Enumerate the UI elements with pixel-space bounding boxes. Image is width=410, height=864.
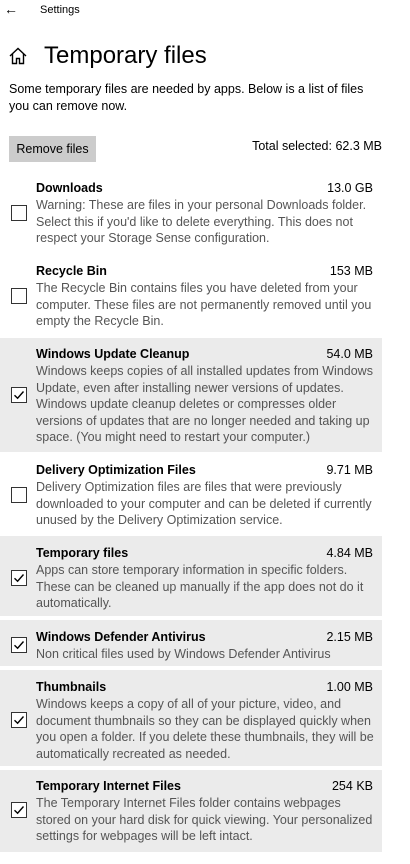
item-description: Windows keeps a copy of all of your pict… xyxy=(36,697,374,761)
item-name: Temporary files xyxy=(36,546,129,560)
list-item-delivery-optimization[interactable]: Delivery Optimization Files 9.71 MB Deli… xyxy=(0,456,382,534)
back-arrow-icon[interactable]: ← xyxy=(4,0,18,18)
item-description: Warning: These are files in your persona… xyxy=(36,198,367,246)
item-name: Delivery Optimization Files xyxy=(36,463,196,477)
list-item-windows-defender[interactable]: Windows Defender Antivirus 2.15 MB Non c… xyxy=(0,620,382,666)
item-name: Thumbnails xyxy=(36,680,107,694)
downloads-checkbox[interactable] xyxy=(11,205,27,221)
page-title: Temporary files xyxy=(44,42,207,69)
item-name: Recycle Bin xyxy=(36,264,107,278)
checkmark-icon xyxy=(14,806,25,815)
item-name: Downloads xyxy=(36,181,103,195)
home-icon[interactable] xyxy=(8,46,28,66)
item-description: The Recycle Bin contains files you have … xyxy=(36,281,372,329)
item-name: Windows Defender Antivirus xyxy=(36,630,206,644)
item-size: 1.00 MB xyxy=(326,680,373,694)
item-description: Delivery Optimization files are files th… xyxy=(36,480,372,528)
recycle-bin-checkbox[interactable] xyxy=(11,288,27,304)
list-item-windows-update-cleanup[interactable]: Windows Update Cleanup 54.0 MB Windows k… xyxy=(0,338,382,452)
windows-defender-checkbox[interactable] xyxy=(11,637,27,653)
delivery-optimization-checkbox[interactable] xyxy=(11,487,27,503)
list-item-thumbnails[interactable]: Thumbnails 1.00 MB Windows keeps a copy … xyxy=(0,670,382,766)
total-selected-label: Total selected: 62.3 MB xyxy=(252,139,382,153)
item-description: Non critical files used by Windows Defen… xyxy=(36,647,331,661)
page-header: Temporary files xyxy=(0,38,410,74)
checkmark-icon xyxy=(14,641,25,650)
remove-files-button[interactable]: Remove files xyxy=(9,136,96,162)
app-title: Settings xyxy=(40,4,80,16)
list-item-temporary-internet-files[interactable]: Temporary Internet Files 254 KB The Temp… xyxy=(0,770,382,852)
item-name: Temporary Internet Files xyxy=(36,779,181,793)
list-item-temporary-files[interactable]: Temporary files 4.84 MB Apps can store t… xyxy=(0,536,382,616)
page-description: Some temporary files are needed by apps.… xyxy=(9,82,364,113)
temporary-files-checkbox[interactable] xyxy=(11,570,27,586)
item-description: The Temporary Internet Files folder cont… xyxy=(36,796,373,844)
windows-update-cleanup-checkbox[interactable] xyxy=(11,387,27,403)
item-description: Apps can store temporary information in … xyxy=(36,563,364,611)
item-description: Windows keeps copies of all installed up… xyxy=(36,364,373,445)
item-size: 13.0 GB xyxy=(327,181,373,195)
temporary-internet-files-checkbox[interactable] xyxy=(11,802,27,818)
list-item-recycle-bin[interactable]: Recycle Bin 153 MB The Recycle Bin conta… xyxy=(0,256,382,334)
item-size: 2.15 MB xyxy=(326,630,373,644)
title-bar: ← Settings xyxy=(0,0,410,22)
item-size: 9.71 MB xyxy=(326,463,373,477)
item-size: 4.84 MB xyxy=(326,546,373,560)
checkmark-icon xyxy=(14,574,25,583)
item-size: 254 KB xyxy=(331,779,373,793)
list-item-downloads[interactable]: Downloads 13.0 GB Warning: These are fil… xyxy=(0,172,382,250)
thumbnails-checkbox[interactable] xyxy=(11,712,27,728)
item-size: 153 MB xyxy=(329,264,373,278)
item-size: 54.0 MB xyxy=(326,347,373,361)
item-name: Windows Update Cleanup xyxy=(36,347,190,361)
checkmark-icon xyxy=(14,391,25,400)
checkmark-icon xyxy=(14,716,25,725)
